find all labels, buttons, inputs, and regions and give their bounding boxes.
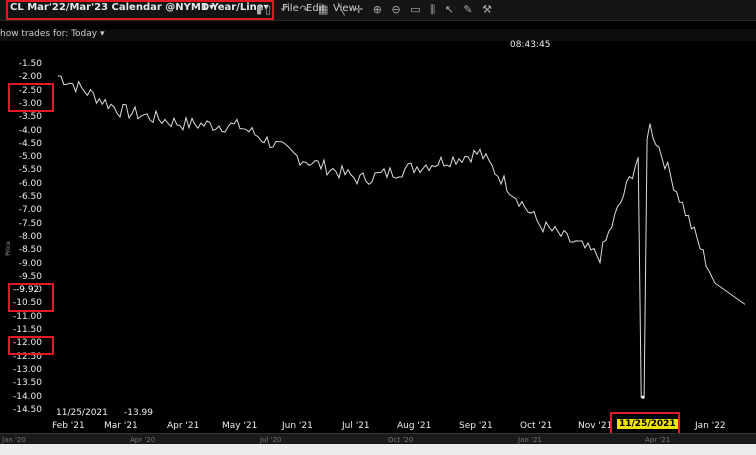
clock-display: 08:43:45	[510, 40, 551, 50]
date-tick: Jun '21	[282, 421, 313, 431]
chart-toolbar: ▮▯ ↶ ↷ ▦ ╲ ✛ ⊕ ⊖ ▭ ⫼ ↖ ✎ ⚒	[256, 3, 495, 17]
price-tick: -13.50	[12, 378, 42, 389]
cursor-icon[interactable]: ↖	[445, 3, 457, 16]
line-tool-icon[interactable]: ╲	[338, 3, 348, 16]
grid-icon[interactable]: ▦	[318, 3, 331, 16]
price-tick: -5.50	[18, 165, 42, 176]
price-tick: -7.00	[18, 205, 42, 216]
price-tick: -1.50	[18, 59, 42, 69]
overview-tick: Apr '21	[645, 436, 671, 444]
taskbar-strip	[0, 444, 756, 455]
overview-tick: Jan '21	[518, 436, 542, 444]
date-tick: Mar '21	[104, 421, 138, 431]
date-tick: Feb '21	[52, 421, 85, 431]
crosshair-icon[interactable]: ✛	[354, 3, 366, 16]
price-tick: -13.00	[12, 364, 42, 375]
price-tick: -14.00	[12, 391, 42, 402]
cursor-value-label: -13.99	[124, 408, 154, 418]
price-tick: -3.50	[18, 112, 42, 123]
annotation-box-10	[8, 283, 54, 312]
date-tick: Nov '21	[578, 421, 613, 431]
price-tick: -2.00	[18, 72, 42, 83]
show-trades-selector[interactable]: how trades for: Today ▾	[0, 29, 105, 39]
date-tick: Apr '21	[167, 421, 200, 431]
contract-annotation-box	[6, 0, 274, 20]
date-tick: Sep '21	[459, 421, 493, 431]
zoom-in-icon[interactable]: ⊕	[373, 3, 385, 16]
bar-chart-icon[interactable]: ▮▯	[256, 3, 274, 16]
annotation-box-3	[8, 83, 54, 112]
price-tick: -9.50	[18, 271, 42, 282]
date-tick: Oct '21	[520, 421, 553, 431]
price-tick: -6.50	[18, 192, 42, 202]
price-tick: -9.00	[18, 258, 42, 269]
price-tick: -5.00	[18, 152, 42, 163]
draw-icon[interactable]: ✎	[463, 3, 475, 16]
price-tick: -7.50	[18, 218, 42, 229]
price-tick: -11.00	[12, 311, 42, 322]
overview-tick: Apr '20	[130, 436, 156, 444]
undo-icon[interactable]: ↶	[281, 3, 293, 16]
bars-icon[interactable]: ⫼	[430, 3, 438, 16]
overview-tick: Oct '20	[388, 436, 414, 444]
wrench-icon[interactable]: ⚒	[482, 3, 495, 16]
price-tick: -11.50	[12, 325, 42, 335]
zoom-out-icon[interactable]: ⊖	[392, 3, 404, 16]
annotation-box-12	[8, 336, 54, 355]
redo-icon[interactable]: ↷	[299, 3, 311, 16]
price-tick: -8.50	[18, 245, 42, 256]
price-tick: -8.00	[18, 231, 42, 242]
price-chart[interactable]	[0, 0, 756, 455]
date-tick: Jan '22	[695, 421, 726, 431]
sub-toolbar	[0, 29, 756, 41]
spike-low-point	[641, 395, 645, 399]
overview-tick: Jul '20	[260, 436, 282, 444]
overview-strip[interactable]	[0, 433, 756, 444]
cursor-date-label: 11/25/2021	[56, 408, 108, 418]
price-series-line	[57, 75, 746, 398]
date-tick: Aug '21	[397, 421, 432, 431]
fit-icon[interactable]: ▭	[410, 3, 423, 16]
overview-tick: Jan '20	[2, 436, 26, 444]
price-tick: -14.50	[12, 404, 42, 415]
date-tick: Jul '21	[342, 421, 370, 431]
price-tick: -6.00	[18, 178, 42, 189]
price-tick: -4.00	[18, 125, 42, 136]
price-tick: -4.50	[18, 138, 42, 149]
date-tick: May '21	[222, 421, 258, 431]
